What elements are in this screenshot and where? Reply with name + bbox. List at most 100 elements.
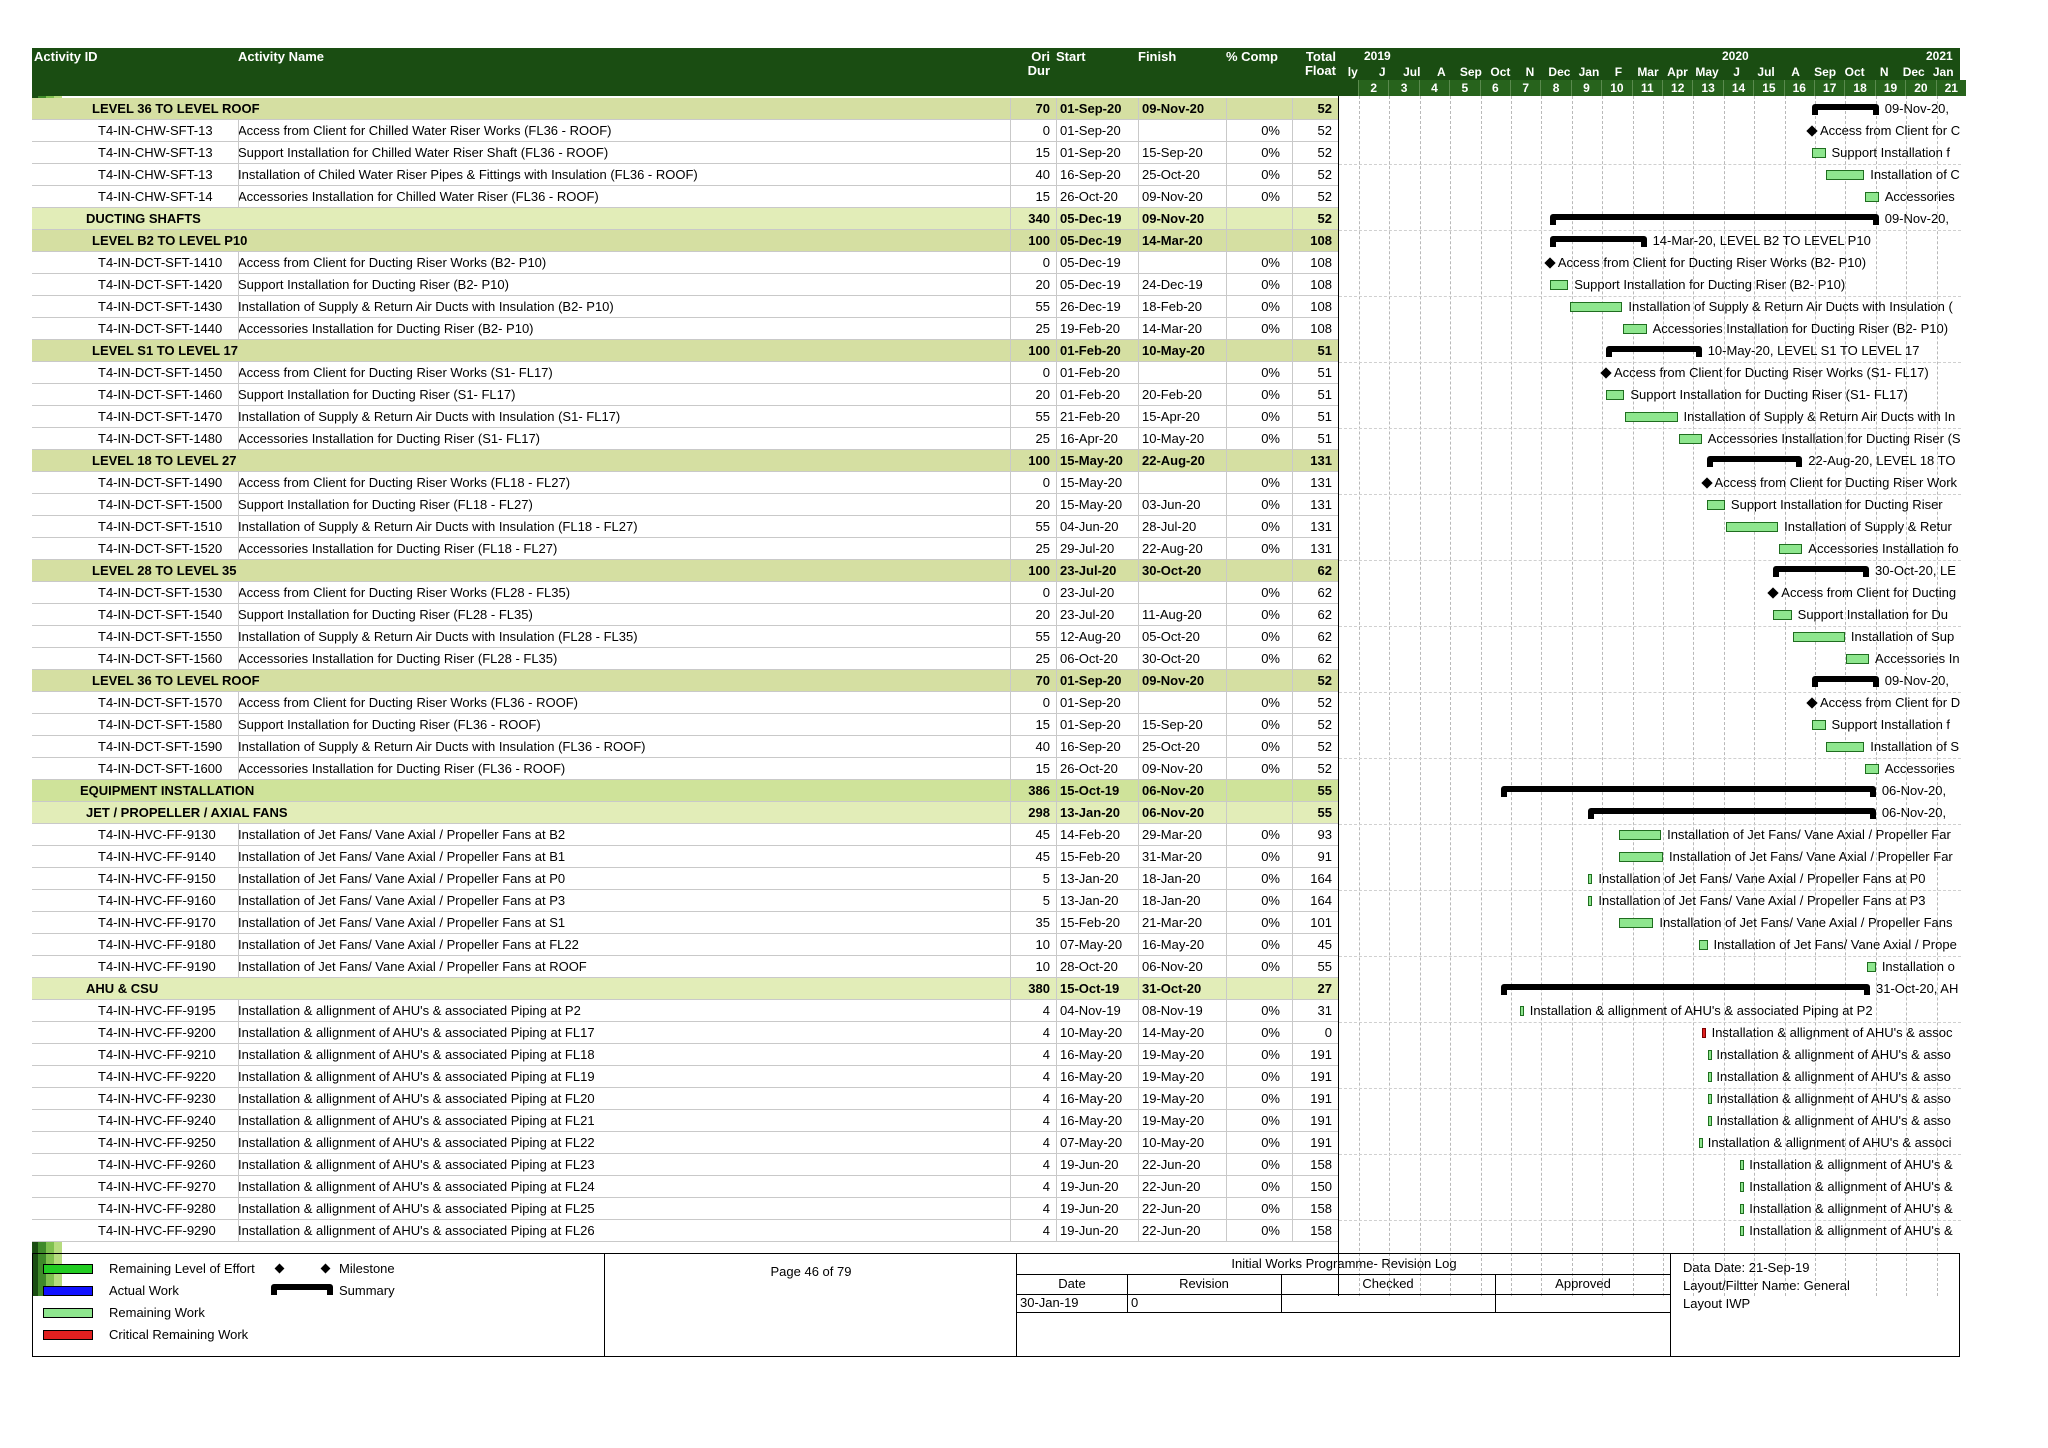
activity-bar[interactable] [1740,1204,1745,1214]
activity-bar[interactable] [1619,852,1663,862]
table-row[interactable]: T4-IN-DCT-SFT-1490 Access from Client for… [32,472,1338,494]
table-row[interactable]: T4-IN-DCT-SFT-1580 Support Installation f… [32,714,1338,736]
table-row[interactable]: T4-IN-DCT-SFT-1540 Support Installation f… [32,604,1338,626]
table-row[interactable]: T4-IN-HVC-FF-9290 Installation & allignme… [32,1220,1338,1242]
activity-bar[interactable] [1625,412,1678,422]
table-row[interactable]: T4-IN-HVC-FF-9200 Installation & allignme… [32,1022,1338,1044]
activity-bar[interactable] [1792,632,1845,642]
table-row[interactable]: T4-IN-CHW-SFT-14 Accessories Installation… [32,186,1338,208]
col-total-float[interactable]: Total Float [1294,50,1336,78]
activity-bar[interactable] [1725,522,1779,532]
wbs-summary-row[interactable]: EQUIPMENT INSTALLATION 386 15-Oct-19 06-Nov… [32,780,1338,802]
milestone-marker[interactable] [1767,587,1779,599]
summary-bar[interactable] [1605,346,1702,357]
table-row[interactable]: T4-IN-DCT-SFT-1590 Installation of Supply… [32,736,1338,758]
col-orig-dur[interactable]: Ori Dur [1010,50,1050,78]
activity-bar[interactable] [1587,874,1593,884]
activity-bar[interactable] [1549,280,1569,290]
activity-bar[interactable] [1740,1226,1745,1236]
activity-bar[interactable] [1519,1006,1524,1016]
wbs-summary-row[interactable]: JET / PROPELLER / AXIAL FANS 298 13-Jan-20… [32,802,1338,824]
activity-bar[interactable] [1618,830,1662,840]
table-row[interactable]: T4-IN-HVC-FF-9130 Installation of Jet Fan… [32,824,1338,846]
table-row[interactable]: T4-IN-DCT-SFT-1450 Access from Client for… [32,362,1338,384]
table-row[interactable]: T4-IN-DCT-SFT-1510 Installation of Supply… [32,516,1338,538]
table-row[interactable]: T4-IN-DCT-SFT-1470 Installation of Supply… [32,406,1338,428]
table-row[interactable]: T4-IN-HVC-FF-9150 Installation of Jet Fan… [32,868,1338,890]
table-row[interactable]: T4-IN-HVC-FF-9210 Installation & allignme… [32,1044,1338,1066]
table-row[interactable]: T4-IN-HVC-FF-9190 Installation of Jet Fan… [32,956,1338,978]
table-row[interactable]: T4-IN-HVC-FF-9270 Installation & allignme… [32,1176,1338,1198]
table-row[interactable]: T4-IN-DCT-SFT-1480 Accessories Installati… [32,428,1338,450]
table-row[interactable]: T4-IN-HVC-FF-9280 Installation & allignme… [32,1198,1338,1220]
summary-bar[interactable] [1811,676,1879,687]
activity-bar[interactable] [1678,434,1702,444]
table-row[interactable]: T4-IN-HVC-FF-9240 Installation & allignme… [32,1110,1338,1132]
wbs-summary-row[interactable]: AHU & CSU 380 15-Oct-19 31-Oct-20 27 [32,978,1338,1000]
activity-bar[interactable] [1811,720,1826,730]
table-row[interactable]: T4-IN-DCT-SFT-1550 Installation of Supply… [32,626,1338,648]
wbs-summary-row[interactable]: LEVEL 18 TO LEVEL 27 100 15-May-20 22-Aug-2… [32,450,1338,472]
table-row[interactable]: T4-IN-DCT-SFT-1530 Access from Client for… [32,582,1338,604]
activity-bar[interactable] [1707,1094,1712,1104]
wbs-summary-row[interactable]: LEVEL B2 TO LEVEL P10 100 05-Dec-19 14-Mar-… [32,230,1338,252]
activity-bar[interactable] [1773,610,1792,620]
table-row[interactable]: T4-IN-DCT-SFT-1520 Accessories Installati… [32,538,1338,560]
summary-bar[interactable] [1811,104,1879,115]
table-row[interactable]: T4-IN-CHW-SFT-13 Installation of Chiled W… [32,164,1338,186]
summary-bar[interactable] [1549,214,1879,225]
wbs-summary-row[interactable]: LEVEL 36 TO LEVEL ROOF 70 01-Sep-20 09-Nov-… [32,670,1338,692]
col-pct-comp[interactable]: % Comp [1226,50,1278,64]
table-row[interactable]: T4-IN-CHW-SFT-13 Support Installation for… [32,142,1338,164]
table-row[interactable]: T4-IN-HVC-FF-9160 Installation of Jet Fan… [32,890,1338,912]
activity-bar[interactable] [1698,940,1708,950]
table-row[interactable]: T4-IN-HVC-FF-9195 Installation & allignme… [32,1000,1338,1022]
table-row[interactable]: T4-IN-DCT-SFT-1410 Access from Client for… [32,252,1338,274]
summary-bar[interactable] [1706,456,1803,467]
table-row[interactable]: T4-IN-DCT-SFT-1570 Access from Client for… [32,692,1338,714]
activity-bar[interactable] [1623,324,1647,334]
activity-bar[interactable] [1865,192,1879,202]
activity-bar[interactable] [1698,1138,1703,1148]
activity-bar[interactable] [1570,302,1623,312]
activity-bar[interactable] [1605,390,1625,400]
activity-bar[interactable] [1707,1050,1712,1060]
activity-bar[interactable] [1587,896,1593,906]
table-row[interactable]: T4-IN-HVC-FF-9170 Installation of Jet Fan… [32,912,1338,934]
activity-bar[interactable] [1826,170,1865,180]
summary-bar[interactable] [1587,808,1877,819]
table-row[interactable]: T4-IN-HVC-FF-9230 Installation & allignme… [32,1088,1338,1110]
table-row[interactable]: T4-IN-DCT-SFT-1600 Accessories Installati… [32,758,1338,780]
activity-bar[interactable] [1707,1072,1712,1082]
table-row[interactable]: T4-IN-HVC-FF-9140 Installation of Jet Fan… [32,846,1338,868]
summary-bar[interactable] [1549,236,1647,247]
col-finish[interactable]: Finish [1138,50,1176,64]
activity-bar[interactable] [1845,654,1870,664]
table-row[interactable]: T4-IN-DCT-SFT-1430 Installation of Supply… [32,296,1338,318]
wbs-summary-row[interactable]: DUCTING SHAFTS 340 05-Dec-19 09-Nov-20 52 [32,208,1338,230]
col-activity-name[interactable]: Activity Name [238,50,324,64]
col-start[interactable]: Start [1056,50,1086,64]
table-row[interactable]: T4-IN-DCT-SFT-1560 Accessories Installati… [32,648,1338,670]
wbs-summary-row[interactable]: LEVEL 36 TO LEVEL ROOF 70 01-Sep-20 09-Nov-… [32,98,1338,120]
col-activity-id[interactable]: Activity ID [34,50,98,64]
activity-bar[interactable] [1826,742,1865,752]
table-row[interactable]: T4-IN-DCT-SFT-1420 Support Installation f… [32,274,1338,296]
table-row[interactable]: T4-IN-HVC-FF-9180 Installation of Jet Fan… [32,934,1338,956]
table-row[interactable]: T4-IN-HVC-FF-9260 Installation & allignme… [32,1154,1338,1176]
activity-bar[interactable] [1867,962,1876,972]
milestone-marker[interactable] [1544,257,1556,269]
table-row[interactable]: T4-IN-DCT-SFT-1440 Accessories Installati… [32,318,1338,340]
table-row[interactable]: T4-IN-CHW-SFT-13 Access from Client for C… [32,120,1338,142]
wbs-summary-row[interactable]: LEVEL 28 TO LEVEL 35 100 23-Jul-20 30-Oct-2… [32,560,1338,582]
table-row[interactable]: T4-IN-DCT-SFT-1460 Support Installation f… [32,384,1338,406]
activity-bar[interactable] [1706,500,1725,510]
milestone-marker[interactable] [1700,477,1713,489]
critical-activity-bar[interactable] [1701,1028,1706,1038]
wbs-summary-row[interactable]: LEVEL S1 TO LEVEL 17 100 01-Feb-20 10-May-2… [32,340,1338,362]
activity-bar[interactable] [1740,1182,1745,1192]
table-row[interactable]: T4-IN-DCT-SFT-1500 Support Installation f… [32,494,1338,516]
activity-bar[interactable] [1740,1160,1745,1170]
summary-bar[interactable] [1500,786,1877,797]
activity-bar[interactable] [1619,918,1654,928]
